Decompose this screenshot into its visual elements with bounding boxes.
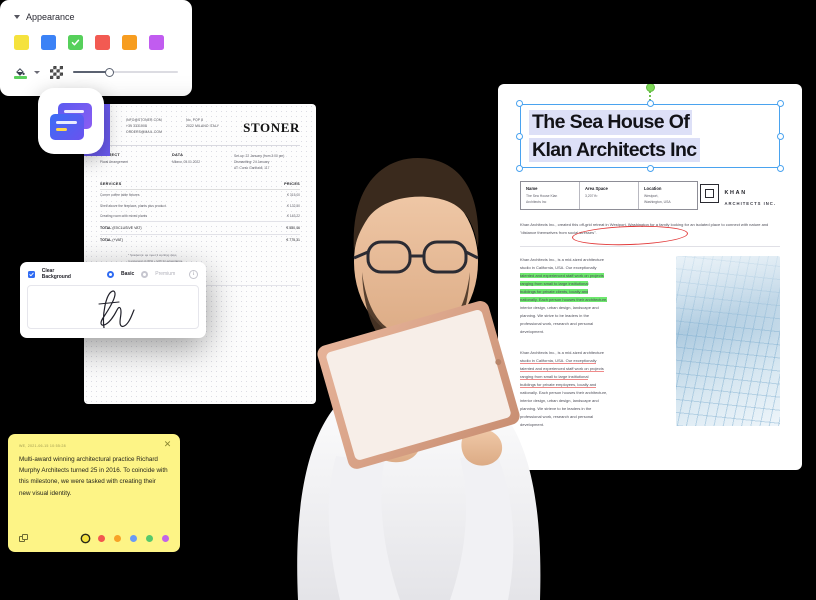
table-row: Shelf above the fireplace, plants plus p…	[100, 203, 300, 208]
table-cell-location: Location Westport, Washington, USA	[644, 185, 671, 205]
color-swatch-yellow[interactable]	[82, 535, 89, 542]
invoice-total-excl: TOTAL (EXCLUSIVE VAT) € 580,46	[100, 221, 300, 233]
check-icon	[68, 35, 83, 50]
signature-options-bar: Clear Background Basic Premium i	[20, 262, 206, 285]
chevron-down-icon[interactable]	[34, 70, 40, 74]
prices-col-header: PRICES	[284, 182, 300, 187]
resize-handle-bottom-right[interactable]	[777, 165, 784, 173]
copy-icon[interactable]	[19, 534, 28, 543]
resize-handle-middle-right[interactable]	[777, 132, 784, 140]
signature-canvas[interactable]	[27, 285, 199, 329]
appearance-controls-row	[14, 65, 178, 79]
doc-title-line-1: The Sea House Of	[529, 110, 693, 135]
invoice-total-incl: TOTAL (+VAT) € 775,31	[100, 233, 300, 246]
logo-name: KHAN	[724, 190, 747, 197]
appearance-title: Appearance	[26, 12, 75, 22]
logo-subtitle: ARCHITECTS INC.	[724, 200, 776, 206]
signature-stroke	[98, 290, 135, 328]
doc-description: Khan Architects Inc., created this off-g…	[520, 221, 780, 247]
resize-handle-top-center[interactable]	[646, 100, 654, 107]
appearance-swatches[interactable]	[14, 31, 178, 54]
architecture-document[interactable]: The Sea House Of Klan Architects Inc Nam…	[498, 84, 802, 470]
doc-spec-table: Name The Sea House Klan Architects Inc A…	[520, 181, 698, 210]
invoice-doc-meta: No. POP 8 2022 MILANO ITALY	[186, 118, 220, 128]
checkerboard-icon[interactable]	[50, 65, 63, 79]
table-cell-name: Name The Sea House Klan Architects Inc	[521, 182, 580, 209]
chat-bubbles-tile[interactable]	[38, 88, 104, 154]
slider-thumb[interactable]	[105, 67, 115, 77]
doc-info-row: Name The Sea House Klan Architects Inc A…	[520, 181, 780, 210]
sticky-footer	[19, 534, 169, 543]
signature-panel[interactable]: Clear Background Basic Premium i	[20, 262, 206, 338]
resize-handle-top-left[interactable]	[516, 100, 523, 107]
fill-color-indicator	[14, 76, 27, 79]
resize-handle-bottom-center[interactable]	[646, 165, 654, 173]
resize-handle-top-right[interactable]	[777, 100, 784, 107]
square-in-square-icon	[700, 183, 720, 203]
invoice-project-block: PROJECT Floral Arrangement	[100, 153, 129, 164]
table-row: Creating room with mixed plants € 163,22	[100, 214, 300, 219]
screenshot-root: INFO@STONER.COM +39 3331908 ORDERS@MAIL.…	[0, 0, 816, 600]
invoice-services-table: SERVICES PRICES Corner coffee table fixt…	[100, 182, 300, 246]
basic-radio[interactable]	[107, 270, 114, 278]
table-row: Corner coffee table fixtures € 315,00	[100, 193, 300, 198]
sticky-body-text: Multi-award winning architectural practi…	[19, 456, 168, 497]
sticky-note[interactable]: ✕ WE, 2021-06-15 10:55:28 Multi-award wi…	[8, 434, 180, 552]
appearance-swatch-blue[interactable]	[41, 35, 56, 50]
doc-body-columns: Khan Architects Inc., is a mid-sized arc…	[520, 256, 780, 429]
sticky-color-picker[interactable]	[82, 535, 169, 542]
chat-bubble-front-icon	[50, 114, 84, 140]
title-textbox[interactable]: The Sea House Of Klan Architects Inc	[520, 104, 780, 169]
color-swatch-orange[interactable]	[114, 535, 121, 542]
resize-handle-middle-left[interactable]	[516, 132, 523, 140]
glass-building-photo	[676, 256, 780, 427]
appearance-swatch-purple[interactable]	[149, 35, 164, 50]
rotate-handle[interactable]	[645, 84, 655, 92]
services-col-header: SERVICES	[100, 182, 122, 187]
clear-background-checkbox[interactable]	[28, 270, 35, 278]
doc-column-left: Khan Architects Inc., is a mid-sized arc…	[520, 257, 608, 428]
invoice-brand: STONER	[243, 120, 300, 135]
doc-title-line-2: Klan Architects Inc	[529, 137, 700, 163]
divider	[520, 246, 780, 248]
sticky-timestamp: WE, 2021-06-15 10:55:28	[19, 444, 66, 448]
resize-handle-bottom-left[interactable]	[516, 165, 523, 173]
divider	[100, 145, 300, 146]
invoice-schedule-block: Set-up: 22 January (from 3:00 pm) Disman…	[234, 154, 285, 171]
opacity-slider[interactable]	[73, 67, 178, 77]
premium-label: Premium	[155, 271, 176, 277]
invoice-document[interactable]: INFO@STONER.COM +39 3331908 ORDERS@MAIL.…	[84, 104, 316, 404]
appearance-header[interactable]: Appearance	[14, 12, 178, 22]
color-swatch-blue[interactable]	[130, 535, 137, 542]
premium-radio[interactable]	[141, 270, 149, 278]
khan-architects-logo: KHAN ARCHITECTS INC.	[700, 181, 780, 206]
appearance-swatch-orange[interactable]	[122, 35, 137, 50]
invoice-header: INFO@STONER.COM +39 3331908 ORDERS@MAIL.…	[100, 118, 300, 136]
invoice-data-block: DATA Milano, 05.01.2022	[172, 153, 201, 164]
appearance-swatch-red[interactable]	[95, 35, 110, 50]
close-icon[interactable]: ✕	[163, 440, 172, 449]
caret-down-icon[interactable]	[14, 15, 20, 19]
color-swatch-purple[interactable]	[162, 535, 169, 542]
appearance-swatch-green[interactable]	[64, 31, 87, 54]
appearance-panel[interactable]: Appearance	[0, 0, 192, 96]
paint-bucket-icon[interactable]	[14, 65, 27, 79]
title-selection[interactable]: The Sea House Of Klan Architects Inc	[516, 84, 784, 173]
table-cell-area: Area Space 3,207 ft²	[580, 182, 639, 209]
red-ellipse-annotation	[571, 223, 689, 247]
basic-label: Basic	[120, 271, 135, 277]
invoice-info-row: PROJECT Floral Arrangement DATA Milano, …	[100, 153, 300, 171]
color-swatch-green[interactable]	[146, 535, 153, 542]
clear-background-label: Clear Background	[41, 268, 71, 280]
info-icon[interactable]: i	[189, 269, 199, 279]
slider-fill	[73, 71, 110, 73]
color-swatch-red[interactable]	[98, 535, 105, 542]
appearance-swatch-yellow[interactable]	[14, 35, 29, 50]
